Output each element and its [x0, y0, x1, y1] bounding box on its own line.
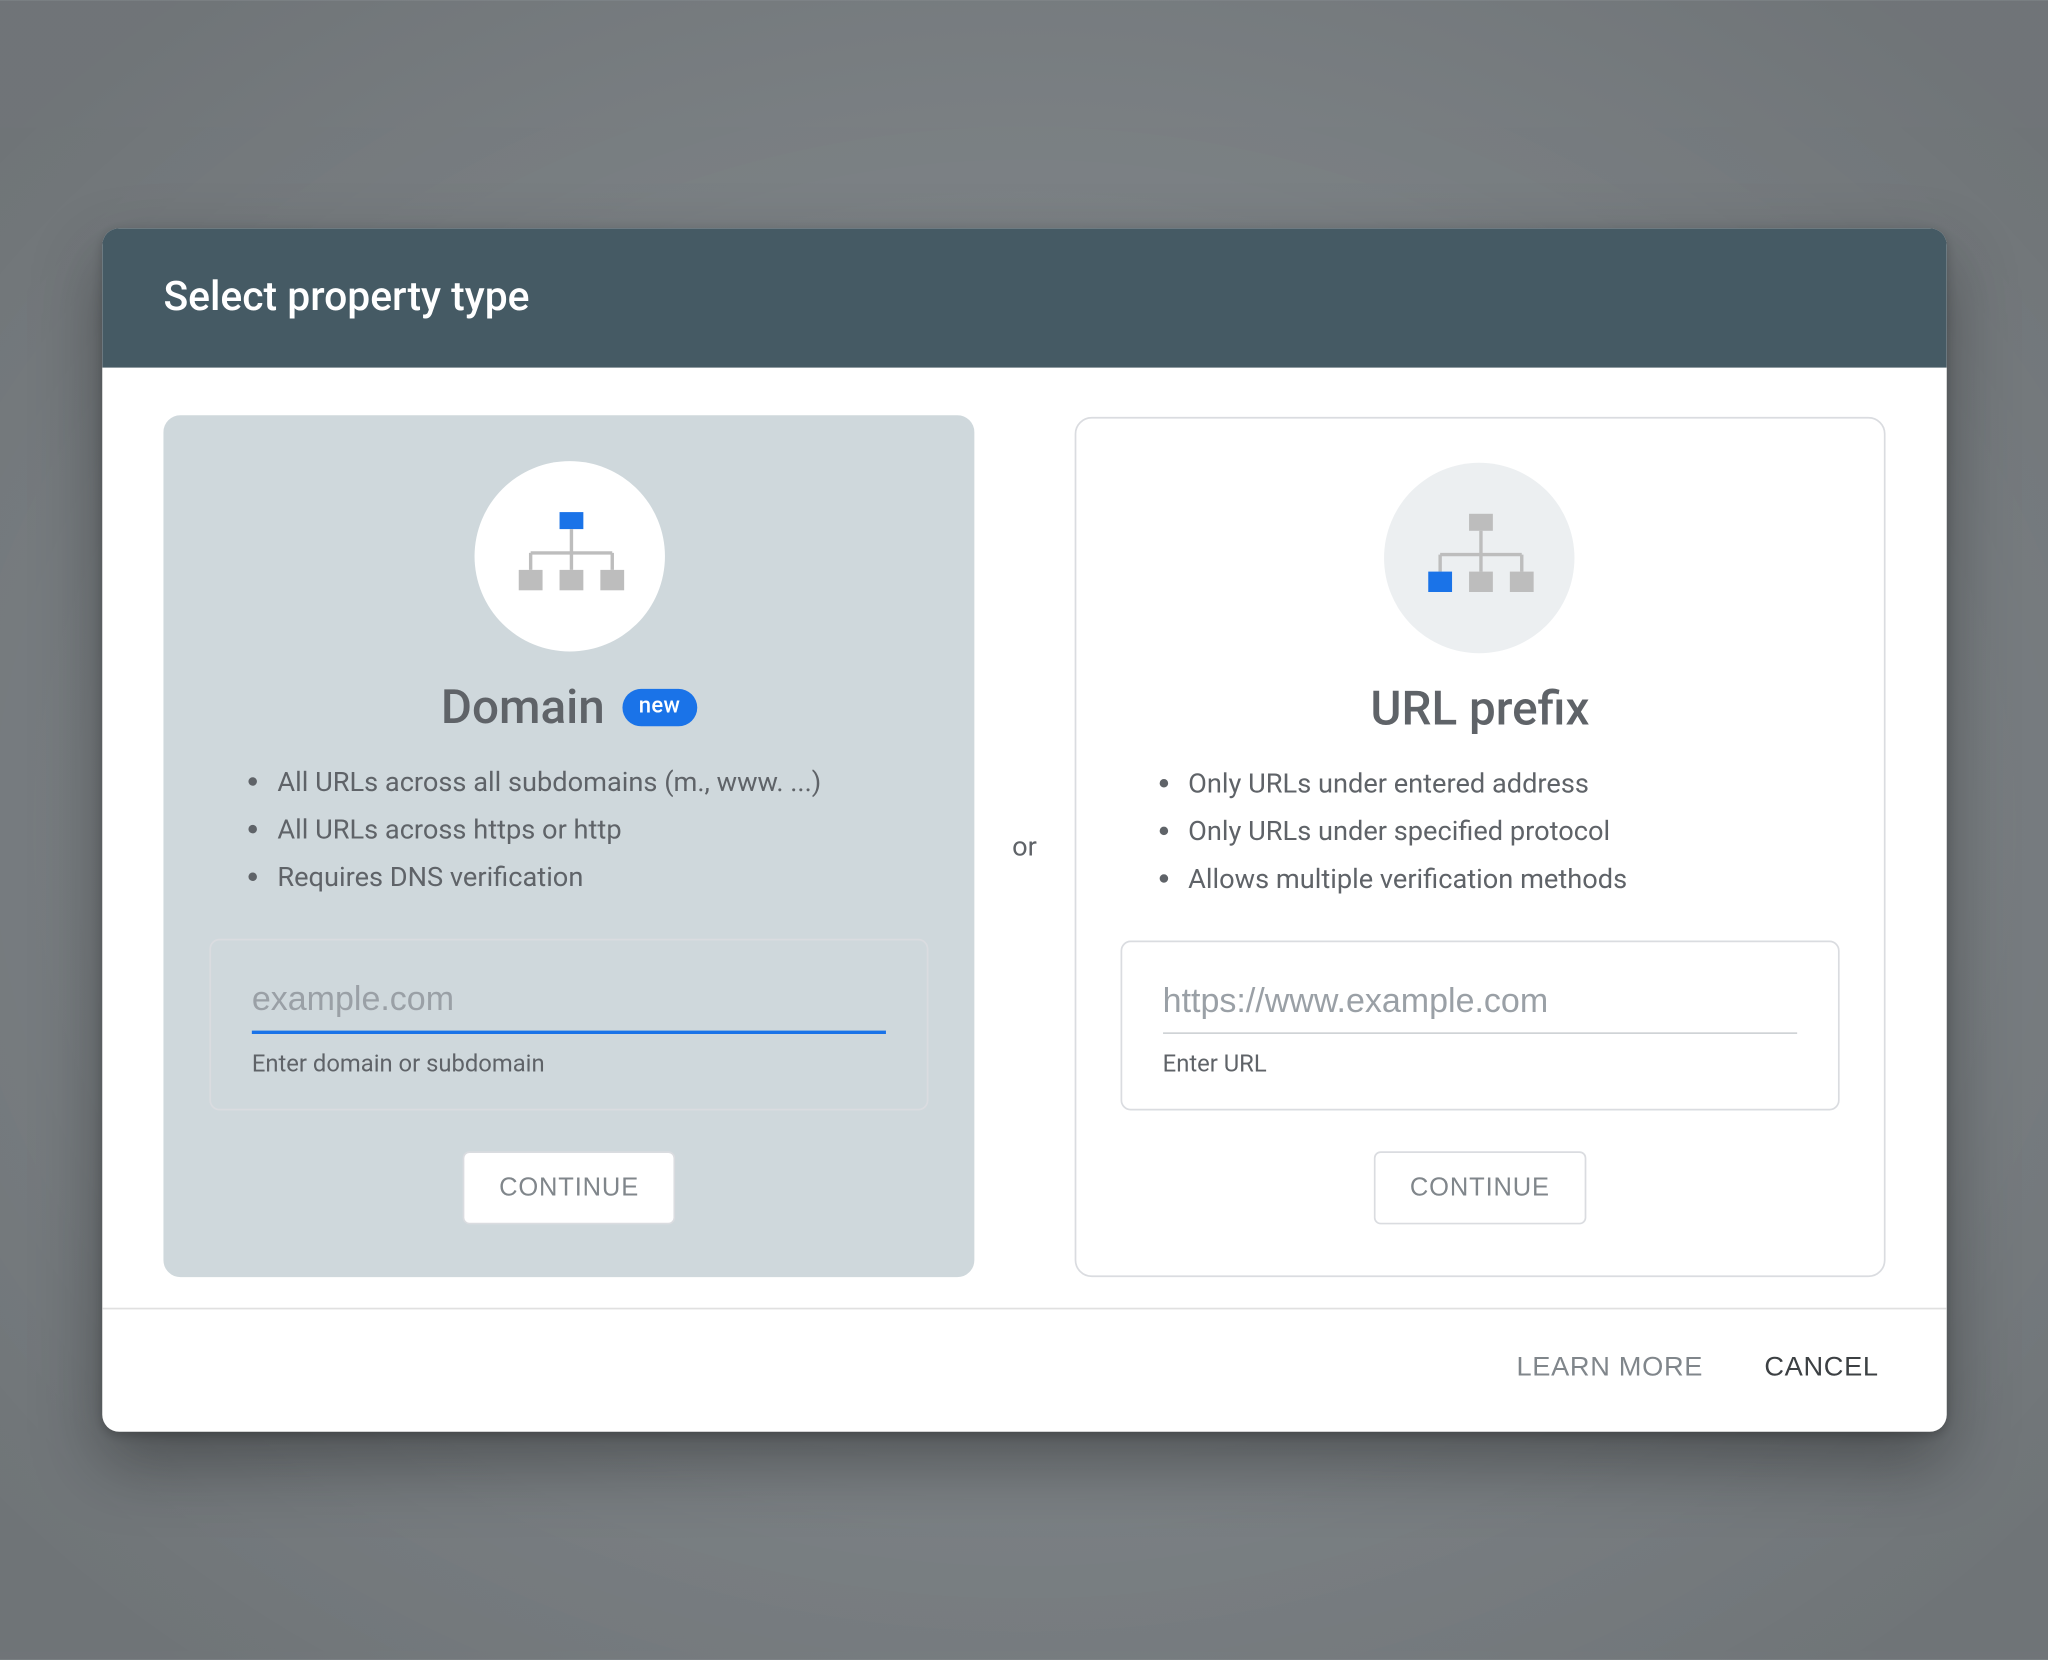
list-item: All URLs across all subdomains (m., www.…: [277, 759, 918, 807]
domain-input-helper: Enter domain or subdomain: [251, 1051, 885, 1078]
url-input-helper: Enter URL: [1162, 1050, 1796, 1077]
card-title-row: Domain new: [440, 679, 696, 735]
url-input-box: Enter URL: [1120, 940, 1839, 1110]
list-item: Requires DNS verification: [277, 854, 918, 902]
continue-button-domain[interactable]: CONTINUE: [463, 1151, 674, 1224]
sitemap-icon: [1384, 462, 1574, 652]
new-badge: new: [621, 688, 697, 725]
cancel-button[interactable]: CANCEL: [1757, 1343, 1885, 1394]
dialog-title: Select property type: [163, 272, 529, 320]
list-item: Only URLs under entered address: [1188, 759, 1829, 807]
or-separator: or: [1005, 830, 1043, 862]
property-card-domain[interactable]: Domain new All URLs across all subdomain…: [163, 415, 974, 1277]
dialog-header: Select property type: [102, 228, 1947, 367]
sitemap-icon: [473, 461, 663, 651]
learn-more-button[interactable]: LEARN MORE: [1509, 1343, 1709, 1394]
card-title-row: URL prefix: [1370, 680, 1589, 736]
list-item: All URLs across https or http: [277, 806, 918, 854]
domain-input-box: Enter domain or subdomain: [209, 939, 928, 1111]
property-card-url-prefix[interactable]: URL prefix Only URLs under entered addre…: [1074, 416, 1885, 1276]
dialog-body: Domain new All URLs across all subdomain…: [102, 368, 1947, 1291]
list-item: Only URLs under specified protocol: [1188, 807, 1829, 855]
url-input[interactable]: [1162, 975, 1796, 1033]
dialog-footer: LEARN MORE CANCEL: [102, 1308, 1947, 1432]
card-title: Domain: [440, 679, 604, 735]
list-item: Allows multiple verification methods: [1188, 855, 1829, 903]
select-property-type-dialog: Select property type: [102, 228, 1947, 1432]
feature-list: Only URLs under entered address Only URL…: [1120, 759, 1839, 902]
domain-input[interactable]: [251, 975, 885, 1035]
feature-list: All URLs across all subdomains (m., www.…: [209, 759, 928, 902]
card-title: URL prefix: [1370, 680, 1589, 736]
continue-button-url[interactable]: CONTINUE: [1374, 1150, 1585, 1223]
